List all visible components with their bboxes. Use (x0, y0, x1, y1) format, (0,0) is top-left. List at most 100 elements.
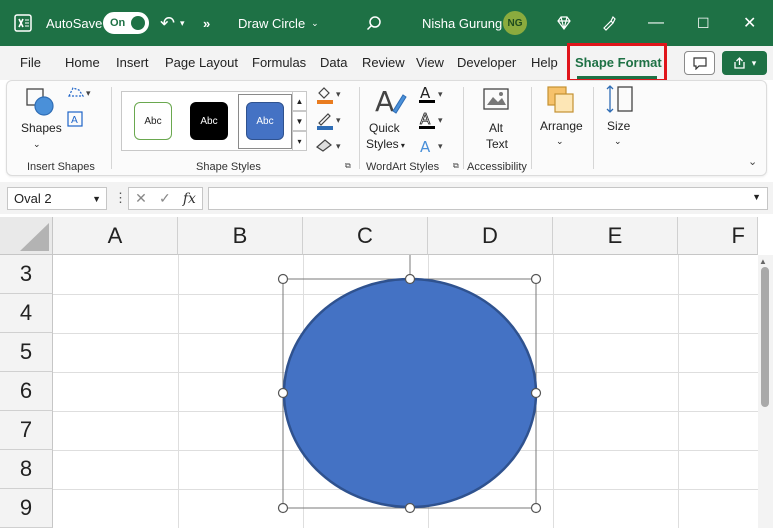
chevron-down-icon[interactable]: ⌄ (614, 134, 622, 149)
cancel-icon[interactable]: ✕ (135, 190, 147, 207)
svg-text:A: A (375, 85, 394, 117)
premium-diamond-icon[interactable] (556, 0, 572, 46)
maximize-icon[interactable]: ☐ (697, 0, 710, 46)
svg-text:▾: ▾ (438, 90, 443, 100)
shape-effects-icon[interactable]: ▾ (315, 137, 345, 156)
quick-styles-label-text: Styles (366, 137, 399, 151)
shape-style-swatch[interactable]: Abc (190, 102, 228, 140)
minimize-icon[interactable]: — (648, 0, 664, 46)
resize-handle[interactable] (277, 387, 289, 399)
chevron-down-icon[interactable]: ⌄ (33, 137, 41, 152)
text-box-icon[interactable]: A (67, 111, 83, 130)
dialog-launcher-icon[interactable]: ⧉ (345, 161, 351, 171)
alt-text-label-2[interactable]: Text (486, 137, 508, 152)
document-title-text: Draw Circle (238, 15, 306, 31)
gallery-up-icon[interactable]: ▲ (293, 91, 307, 111)
resize-handle[interactable] (530, 387, 542, 399)
tab-help[interactable]: Help (531, 55, 558, 70)
text-fill-icon[interactable]: A ▾ (417, 84, 447, 108)
designer-pen-icon[interactable] (601, 0, 617, 46)
group-label-shape-styles: Shape Styles (196, 161, 261, 173)
text-effects-icon[interactable]: A ▾ (417, 137, 447, 158)
chevron-down-icon[interactable]: ⌄ (556, 134, 564, 149)
quick-styles-icon[interactable]: A (373, 85, 407, 120)
resize-handle[interactable] (530, 502, 542, 514)
size-icon[interactable] (604, 83, 636, 118)
formula-buttons: ✕ ✓ fx (128, 187, 203, 210)
shape-style-swatch[interactable]: Abc (246, 102, 284, 140)
highlight-annotation (567, 43, 667, 82)
group-label-accessibility: Accessibility (467, 161, 527, 173)
resize-handle[interactable] (404, 273, 416, 285)
arrange-icon[interactable] (546, 85, 576, 118)
undo-dropdown-icon[interactable]: ▾ (180, 0, 185, 46)
comments-button[interactable] (684, 51, 715, 75)
shapes-button-label[interactable]: Shapes (21, 121, 62, 136)
tab-insert[interactable]: Insert (116, 55, 149, 70)
tab-home[interactable]: Home (65, 55, 100, 70)
shape-style-swatch[interactable]: Abc (134, 102, 172, 140)
name-box-value: Oval 2 (14, 191, 52, 206)
gallery-scroll: ▲ ▼ ▾ (293, 91, 307, 151)
group-separator (111, 87, 112, 169)
shapes-button-icon[interactable] (25, 87, 55, 120)
expand-formula-bar-icon[interactable]: ▼ (752, 192, 761, 202)
alt-text-label-1[interactable]: Alt (489, 121, 503, 136)
size-label[interactable]: Size (607, 119, 630, 134)
name-box[interactable]: Oval 2 ▼ (7, 187, 107, 210)
text-outline-icon[interactable]: A ▾ (417, 110, 447, 134)
tab-data[interactable]: Data (320, 55, 347, 70)
chevron-down-icon: ▾ (751, 57, 757, 68)
quick-styles-label-2[interactable]: Styles ▾ (366, 137, 405, 153)
tab-file[interactable]: File (20, 55, 41, 70)
tab-page-layout[interactable]: Page Layout (165, 55, 238, 70)
svg-text:▾: ▾ (336, 116, 341, 126)
chevron-down-icon[interactable]: ▼ (92, 194, 101, 204)
document-title[interactable]: Draw Circle ⌄ (238, 0, 319, 46)
group-separator (593, 87, 594, 169)
alt-text-icon[interactable] (483, 87, 513, 118)
group-separator (531, 87, 532, 169)
shape-outline-icon[interactable]: ▾ (315, 111, 345, 134)
more-options-icon[interactable]: ⋮ (114, 190, 127, 206)
tab-developer[interactable]: Developer (457, 55, 516, 70)
tab-review[interactable]: Review (362, 55, 405, 70)
search-icon[interactable] (366, 0, 382, 46)
resize-handle[interactable] (277, 502, 289, 514)
resize-handle[interactable] (404, 502, 416, 514)
svg-text:A: A (420, 111, 431, 128)
worksheet-grid[interactable]: A B C D E F 3 4 5 6 7 8 9 ▲ (0, 217, 773, 528)
svg-text:▾: ▾ (438, 116, 443, 126)
dialog-launcher-icon[interactable]: ⧉ (453, 161, 459, 171)
more-commands-icon[interactable]: » (203, 0, 210, 46)
svg-text:A: A (420, 85, 431, 102)
undo-icon[interactable]: ↶ (160, 0, 175, 46)
avatar[interactable]: NG (503, 11, 527, 35)
arrange-label[interactable]: Arrange (540, 119, 583, 134)
svg-text:A: A (71, 115, 78, 126)
shape-styles-gallery: Abc Abc Abc (121, 91, 293, 151)
autosave-toggle[interactable]: On (103, 12, 149, 34)
close-icon[interactable]: ✕ (743, 0, 756, 46)
resize-handle[interactable] (277, 273, 289, 285)
user-name[interactable]: Nisha Gurung (422, 0, 502, 46)
chevron-down-icon: ⌄ (311, 17, 319, 28)
quick-styles-label-1[interactable]: Quick (369, 121, 400, 136)
title-bar: AutoSave On ↶ ▾ » Draw Circle ⌄ Nisha Gu… (0, 0, 773, 46)
insert-function-icon[interactable]: fx (183, 191, 196, 207)
tab-formulas[interactable]: Formulas (252, 55, 306, 70)
chevron-down-icon: ▾ (398, 141, 405, 150)
gallery-down-icon[interactable]: ▼ (293, 111, 307, 131)
collapse-ribbon-icon[interactable]: ⌄ (748, 155, 757, 168)
edit-shape-icon[interactable]: ▾ (67, 85, 93, 102)
gallery-more-icon[interactable]: ▾ (293, 131, 307, 151)
tab-view[interactable]: View (416, 55, 444, 70)
ribbon-panel: Shapes ⌄ ▾ A Insert Shapes Abc Abc Abc ▲… (6, 80, 767, 176)
excel-logo-icon (14, 0, 34, 46)
oval-shape[interactable] (282, 277, 538, 509)
resize-handle[interactable] (530, 273, 542, 285)
formula-input[interactable]: ▼ (208, 187, 768, 210)
shape-fill-icon[interactable]: ▾ (315, 85, 345, 108)
share-button[interactable]: ▾ (722, 51, 767, 75)
enter-check-icon[interactable]: ✓ (159, 190, 171, 207)
